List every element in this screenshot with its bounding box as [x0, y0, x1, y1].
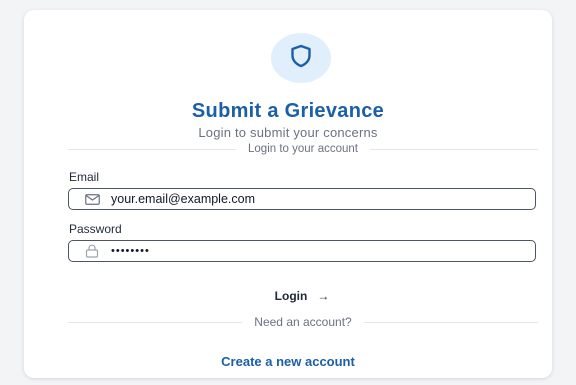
page-title: Submit a Grievance	[191, 100, 385, 122]
divider-line	[68, 321, 243, 323]
page-subtitle: Login to submit your concerns	[198, 125, 378, 140]
mail-icon	[79, 193, 105, 205]
divider-line	[363, 321, 538, 323]
email-value: your.email@example.com	[111, 192, 255, 206]
arrow-right-icon: →	[317, 289, 330, 303]
shield-badge	[271, 33, 331, 83]
password-field[interactable]: ••••••••	[68, 240, 536, 262]
section-label: Login to your account	[248, 143, 358, 155]
shield-icon	[290, 44, 312, 73]
create-account-link[interactable]: Create a new account	[24, 354, 552, 369]
email-field[interactable]: your.email@example.com	[68, 188, 536, 210]
need-account-text: Need an account?	[254, 315, 352, 329]
password-label: Password	[69, 222, 122, 236]
login-button[interactable]: Login →	[256, 286, 348, 306]
divider-line	[68, 148, 237, 150]
login-card: Submit a Grievance Login to submit your …	[24, 10, 552, 378]
divider-line	[369, 148, 538, 150]
login-label: Login	[274, 289, 308, 303]
email-label: Email	[69, 170, 100, 184]
lock-icon	[79, 244, 105, 258]
password-value: ••••••••	[111, 245, 150, 257]
account-divider: Need an account?	[68, 314, 538, 330]
section-divider: Login to your account	[68, 141, 538, 157]
